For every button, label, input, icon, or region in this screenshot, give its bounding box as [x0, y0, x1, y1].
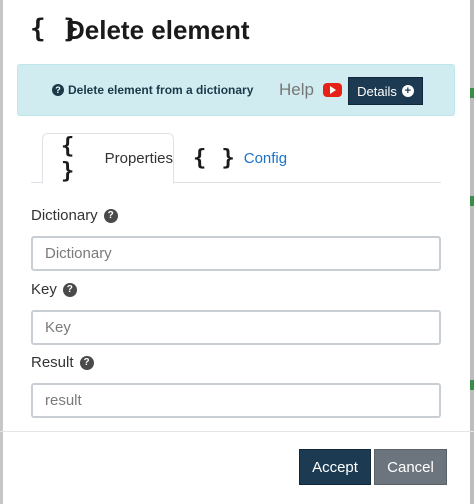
question-circle-icon[interactable]: ?	[62, 282, 77, 297]
left-edge-strip	[0, 0, 3, 504]
delete-element-dialog: { } Delete element ? Delete element from…	[0, 0, 474, 504]
details-button-label: Details	[357, 83, 397, 99]
question-circle-icon[interactable]: ?	[103, 208, 118, 223]
youtube-icon[interactable]	[323, 83, 342, 97]
right-edge-strip	[470, 0, 474, 504]
key-input[interactable]	[31, 310, 441, 345]
dialog-title: Delete element	[66, 15, 250, 45]
plus-circle-icon: +	[401, 85, 414, 97]
tab-bar: { } Properties { } Config	[31, 133, 441, 184]
help-panel: ? Delete element from a dictionary Help …	[17, 64, 455, 116]
dialog-header: { } Delete element	[0, 0, 474, 62]
braces-icon: { }	[193, 145, 236, 171]
result-label-text: Result	[31, 354, 74, 371]
result-input[interactable]	[31, 383, 441, 418]
cancel-button[interactable]: Cancel	[374, 449, 447, 485]
tab-config-label: Config	[243, 149, 288, 167]
dictionary-label: Dictionary ?	[31, 207, 118, 224]
tab-properties-label: Properties	[104, 150, 173, 167]
question-circle-icon[interactable]: ?	[79, 355, 94, 370]
details-button[interactable]: Details +	[348, 77, 423, 105]
key-label: Key ?	[31, 281, 77, 298]
accept-button[interactable]: Accept	[299, 449, 371, 485]
braces-icon: { }	[61, 133, 76, 184]
dictionary-label-text: Dictionary	[31, 207, 98, 224]
tab-properties[interactable]: { } Properties	[42, 133, 174, 184]
tab-config[interactable]: { } Config	[191, 133, 291, 183]
question-circle-icon: ?	[52, 84, 64, 96]
dictionary-input[interactable]	[31, 236, 441, 271]
key-label-text: Key	[31, 281, 57, 298]
footer-divider	[0, 431, 474, 432]
help-description: ? Delete element from a dictionary	[52, 83, 253, 97]
help-description-text: Delete element from a dictionary	[68, 83, 254, 97]
help-label: Help	[279, 80, 314, 99]
result-label: Result ?	[31, 354, 94, 371]
